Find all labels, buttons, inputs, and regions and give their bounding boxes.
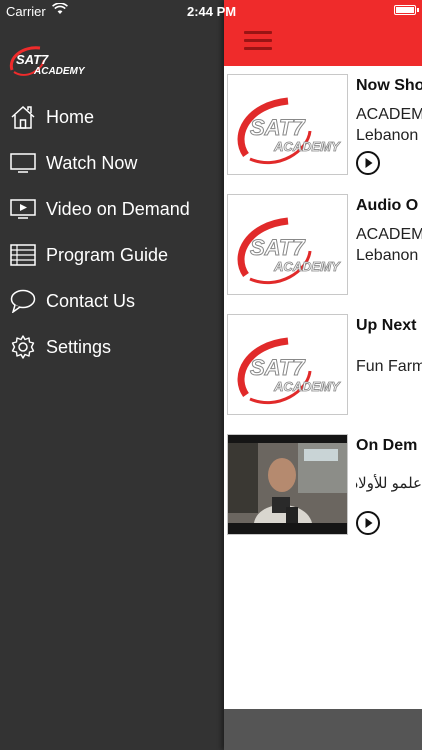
menu-item-contact-us[interactable]: Contact Us [0, 278, 224, 324]
status-bar: Carrier 2:44 PM [0, 0, 422, 22]
guide-list-icon [9, 241, 37, 269]
menu-label-program-guide: Program Guide [46, 244, 169, 265]
tv-icon [9, 149, 37, 177]
card-program: Fun Farm [356, 358, 422, 375]
logo-sub-text: ACADEMY [33, 66, 86, 77]
wifi-icon [52, 2, 68, 18]
logo-main-text: SAT7 [16, 52, 49, 67]
menu-item-program-guide[interactable]: Program Guide [0, 232, 224, 278]
thumb-logo-main: SAT7 [250, 355, 306, 380]
thumb-logo-sub: ACADEMY [273, 139, 341, 154]
video-still-thumbnail [227, 434, 348, 535]
schedule-card-up-next[interactable]: SAT7 ACADEMY Up Next Fun Farm [224, 306, 422, 426]
menu-list: Home Watch Now Video on Demand Program G… [0, 94, 224, 370]
sat7-academy-logo: SAT7 ACADEMY [8, 40, 88, 82]
card-title: Now Sho [356, 77, 422, 94]
sat7-academy-thumbnail: SAT7 ACADEMY [227, 74, 348, 175]
home-icon [9, 103, 37, 131]
sat7-academy-thumbnail: SAT7 ACADEMY [227, 194, 348, 295]
card-title: Audio O [356, 197, 419, 214]
schedule-card-now-showing[interactable]: SAT7 ACADEMY Now Sho ACADEM Lebanon [224, 66, 422, 186]
main-panel: SAT7 ACADEMY Now Sho ACADEM Lebanon SAT7… [224, 0, 422, 750]
menu-label-contact-us: Contact Us [46, 290, 136, 311]
thumb-logo-sub: ACADEMY [273, 379, 341, 394]
menu-item-home[interactable]: Home [0, 94, 224, 140]
menu-label-settings: Settings [46, 336, 112, 357]
thumb-logo-main: SAT7 [250, 115, 306, 140]
card-channel: ACADEM [356, 106, 422, 123]
schedule-card-on-demand[interactable]: On Dem علمو للأولاد؟ [224, 426, 422, 546]
chat-bubble-icon [9, 287, 37, 315]
clock: 2:44 PM [187, 4, 237, 19]
card-region: Lebanon [356, 247, 419, 264]
menu-item-watch-now[interactable]: Watch Now [0, 140, 224, 186]
thumb-logo-sub: ACADEMY [273, 259, 341, 274]
card-region: Lebanon [356, 127, 419, 144]
video-play-icon [9, 195, 37, 223]
card-title: Up Next [356, 317, 417, 334]
menu-label-video-on-demand: Video on Demand [46, 198, 190, 219]
bottom-bar [224, 709, 422, 750]
sat7-academy-thumbnail: SAT7 ACADEMY [227, 314, 348, 415]
play-icon[interactable] [356, 511, 380, 535]
carrier-label: Carrier [6, 4, 46, 19]
menu-item-video-on-demand[interactable]: Video on Demand [0, 186, 224, 232]
menu-item-settings[interactable]: Settings [0, 324, 224, 370]
gear-icon [9, 333, 37, 361]
card-description: علمو للأولاد؟ [356, 475, 422, 492]
card-title: On Dem [356, 437, 418, 454]
play-icon[interactable] [356, 151, 380, 175]
card-channel: ACADEM [356, 226, 422, 243]
battery-icon [394, 5, 419, 15]
menu-label-home: Home [46, 106, 95, 127]
side-menu: SAT7 ACADEMY Home Watch Now Video on Dem… [0, 0, 224, 750]
thumb-logo-main: SAT7 [250, 235, 306, 260]
hamburger-menu-button[interactable] [244, 31, 272, 51]
schedule-card-audio[interactable]: SAT7 ACADEMY Audio O ACADEM Lebanon [224, 186, 422, 306]
menu-label-watch-now: Watch Now [46, 152, 138, 173]
